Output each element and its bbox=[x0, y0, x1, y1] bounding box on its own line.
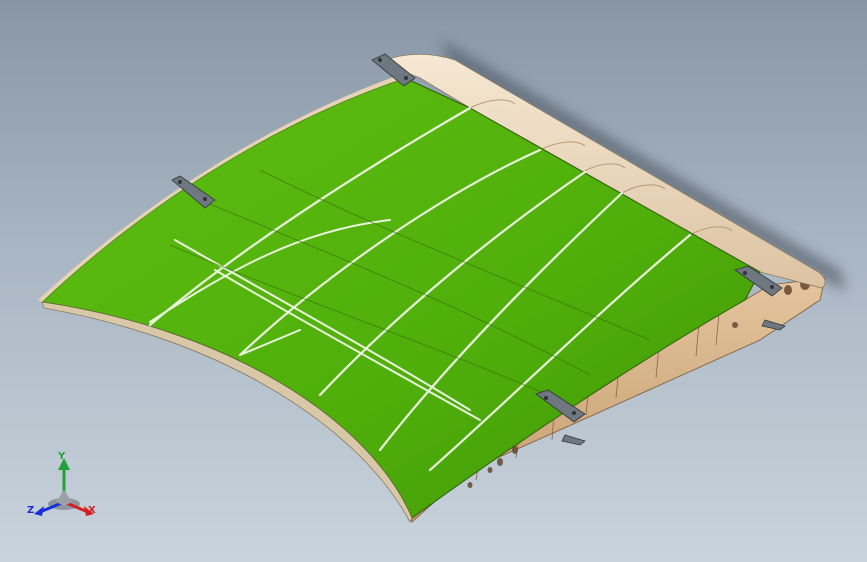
z-axis-label: Z bbox=[27, 505, 35, 516]
upper-skin-panel[interactable] bbox=[40, 77, 761, 519]
y-axis-label: Y bbox=[58, 451, 66, 462]
x-axis-label: X bbox=[88, 505, 96, 516]
wing-panel-model[interactable] bbox=[0, 0, 867, 562]
z-axis-arrow bbox=[34, 506, 44, 516]
3d-viewport[interactable]: Y X Z bbox=[0, 0, 867, 562]
orientation-triad[interactable]: Y X Z bbox=[24, 446, 104, 526]
